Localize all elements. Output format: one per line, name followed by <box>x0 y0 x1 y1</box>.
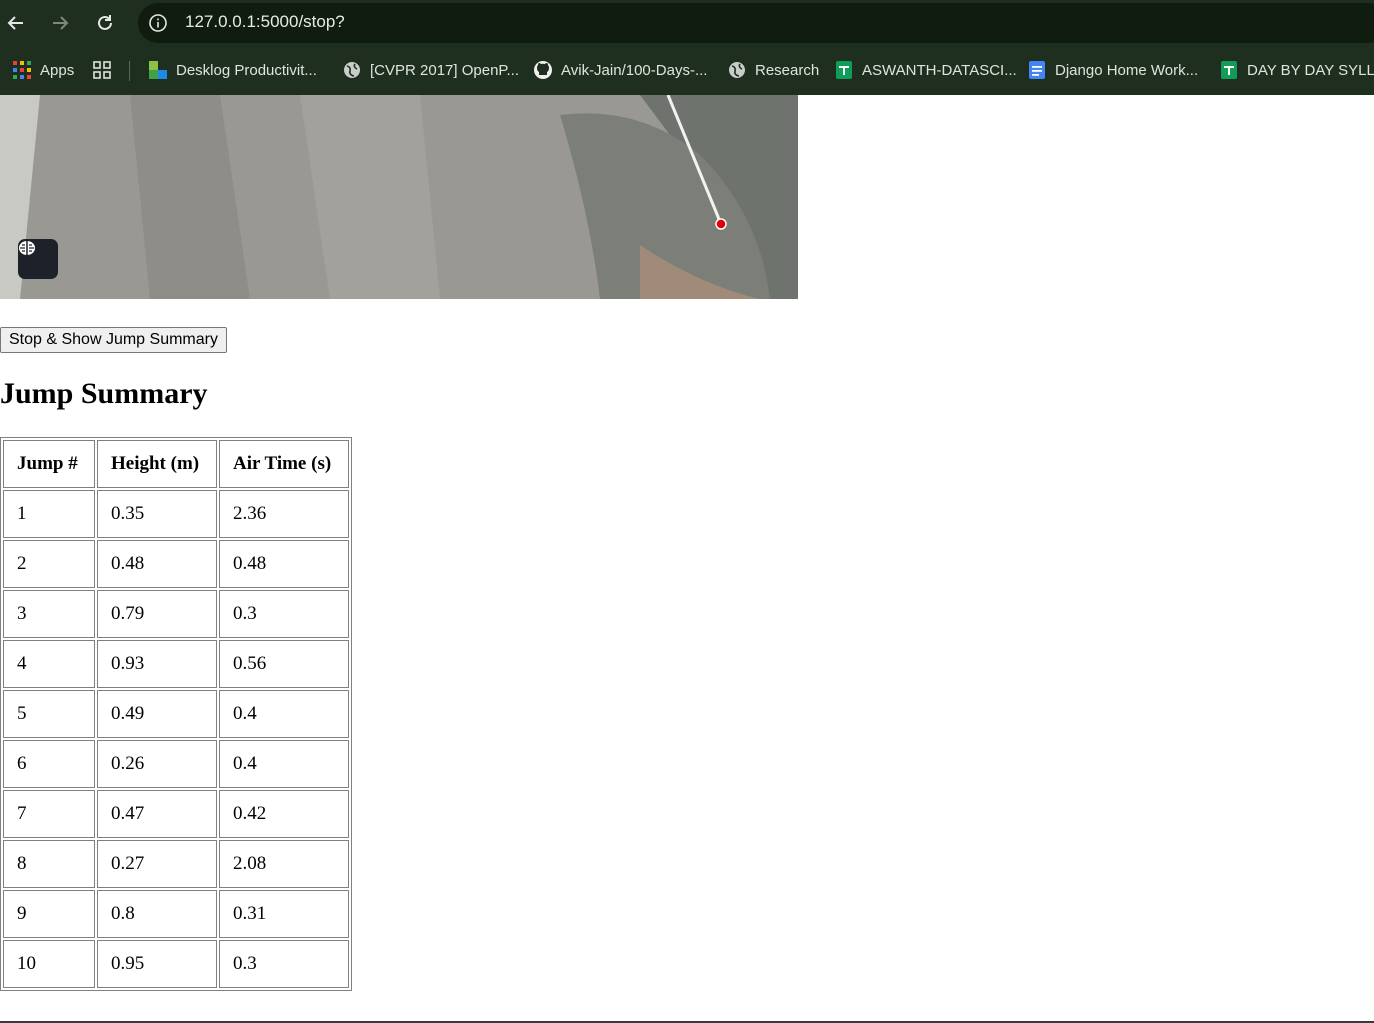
tab-groups-icon <box>93 61 111 79</box>
column-header-air-time: Air Time (s) <box>219 440 349 488</box>
table-row: 6 0.26 0.4 <box>3 740 349 788</box>
bookmark-label: Django Home Work... <box>1055 61 1199 79</box>
bookmark-label: ASWANTH-DATASCI... <box>862 61 1017 79</box>
jump-summary-table: Jump # Height (m) Air Time (s) 1 0.35 2.… <box>0 437 352 991</box>
cell-height: 0.26 <box>97 740 217 788</box>
cell-jump-number: 7 <box>3 790 95 838</box>
google-sheets-icon <box>1221 61 1237 79</box>
globe-icon <box>344 62 360 78</box>
bookmark-separator <box>129 61 130 81</box>
cell-height: 0.8 <box>97 890 217 938</box>
bookmark-research[interactable]: Research <box>727 58 819 82</box>
forward-button[interactable] <box>46 9 74 37</box>
site-info-icon[interactable] <box>148 13 168 33</box>
summary-heading: Jump Summary <box>0 377 208 410</box>
bookmark-django[interactable]: Django Home Work... <box>1027 58 1198 82</box>
cell-jump-number: 6 <box>3 740 95 788</box>
bookmark-aswanth[interactable]: ASWANTH-DATASCI... <box>834 58 1017 82</box>
cell-jump-number: 4 <box>3 640 95 688</box>
cell-air-time: 0.3 <box>219 940 349 988</box>
table-row: 9 0.8 0.31 <box>3 890 349 938</box>
cell-air-time: 2.08 <box>219 840 349 888</box>
brain-icon <box>19 241 35 255</box>
cell-height: 0.93 <box>97 640 217 688</box>
cell-air-time: 0.56 <box>219 640 349 688</box>
apps-grid-icon <box>13 61 31 79</box>
github-icon <box>534 61 552 79</box>
stop-show-summary-button[interactable]: Stop & Show Jump Summary <box>0 327 227 353</box>
cell-height: 0.35 <box>97 490 217 538</box>
cell-jump-number: 3 <box>3 590 95 638</box>
bookmark-label: DAY BY DAY SYLLAB <box>1247 61 1374 79</box>
webcam-frame-image <box>0 95 798 299</box>
cell-jump-number: 8 <box>3 840 95 888</box>
cell-air-time: 0.42 <box>219 790 349 838</box>
cell-jump-number: 5 <box>3 690 95 738</box>
cell-jump-number: 2 <box>3 540 95 588</box>
address-bar[interactable]: 127.0.0.1:5000/stop? <box>138 3 1374 43</box>
cell-air-time: 2.36 <box>219 490 349 538</box>
bookmarks-bar: Apps Desklog Productivit... [CVPR 2017] … <box>0 46 1374 95</box>
cell-jump-number: 9 <box>3 890 95 938</box>
cell-height: 0.79 <box>97 590 217 638</box>
cell-air-time: 0.4 <box>219 690 349 738</box>
bookmark-github[interactable]: Avik-Jain/100-Days-... <box>533 58 707 82</box>
bookmark-day-by-day[interactable]: DAY BY DAY SYLLAB <box>1219 58 1374 82</box>
ai-assistant-button[interactable] <box>18 239 58 279</box>
back-button[interactable] <box>2 9 30 37</box>
table-header-row: Jump # Height (m) Air Time (s) <box>3 440 349 488</box>
table-row: 5 0.49 0.4 <box>3 690 349 738</box>
cell-height: 0.47 <box>97 790 217 838</box>
cell-air-time: 0.4 <box>219 740 349 788</box>
cell-height: 0.49 <box>97 690 217 738</box>
cell-air-time: 0.3 <box>219 590 349 638</box>
forward-arrow-icon <box>53 16 69 30</box>
reload-button[interactable] <box>91 9 119 37</box>
table-row: 10 0.95 0.3 <box>3 940 349 988</box>
cell-air-time: 0.31 <box>219 890 349 938</box>
bookmark-label: Research <box>755 61 820 79</box>
bookmark-apps[interactable]: Apps <box>12 58 74 82</box>
bookmark-label: Avik-Jain/100-Days-... <box>561 61 708 79</box>
webcam-video-feed <box>0 95 798 299</box>
cell-jump-number: 1 <box>3 490 95 538</box>
bookmark-cvpr[interactable]: [CVPR 2017] OpenP... <box>342 58 519 82</box>
google-sheets-icon <box>836 61 852 79</box>
cell-height: 0.48 <box>97 540 217 588</box>
bookmark-label: [CVPR 2017] OpenP... <box>370 61 519 79</box>
table-row: 4 0.93 0.56 <box>3 640 349 688</box>
cell-jump-number: 10 <box>3 940 95 988</box>
column-header-jump: Jump # <box>3 440 95 488</box>
url-text[interactable]: 127.0.0.1:5000/stop? <box>185 12 345 32</box>
table-row: 2 0.48 0.48 <box>3 540 349 588</box>
cell-air-time: 0.48 <box>219 540 349 588</box>
reload-icon <box>98 15 112 30</box>
bookmark-label: Desklog Productivit... <box>176 61 317 79</box>
table-row: 7 0.47 0.42 <box>3 790 349 838</box>
browser-toolbar: 127.0.0.1:5000/stop? <box>0 0 1374 46</box>
cell-height: 0.27 <box>97 840 217 888</box>
google-docs-icon <box>1029 61 1045 79</box>
cell-height: 0.95 <box>97 940 217 988</box>
column-header-height: Height (m) <box>97 440 217 488</box>
bookmark-label: Apps <box>40 61 75 79</box>
table-row: 8 0.27 2.08 <box>3 840 349 888</box>
desklog-icon <box>149 61 167 79</box>
table-row: 1 0.35 2.36 <box>3 490 349 538</box>
globe-icon <box>729 62 745 78</box>
browser-chrome: 127.0.0.1:5000/stop? Apps Desklog Produc… <box>0 0 1374 95</box>
table-row: 3 0.79 0.3 <box>3 590 349 638</box>
bookmark-tab-groups[interactable] <box>92 58 120 82</box>
bookmark-desklog[interactable]: Desklog Productivit... <box>148 58 317 82</box>
back-arrow-icon <box>7 16 23 30</box>
